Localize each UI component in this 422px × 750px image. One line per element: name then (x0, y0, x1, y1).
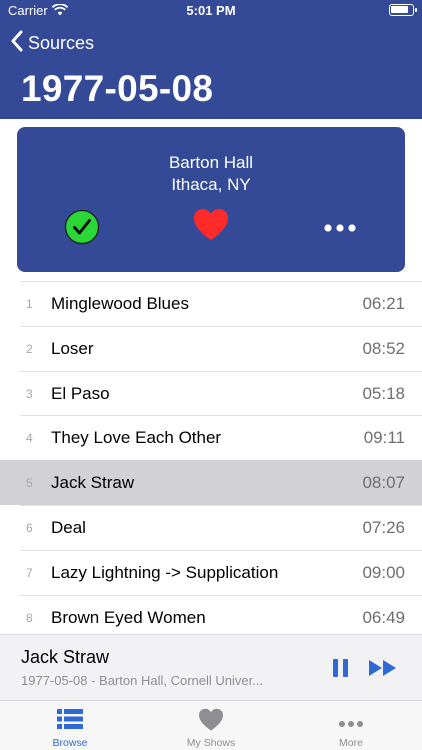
track-row[interactable]: 6 Deal 07:26 (20, 504, 422, 550)
track-row[interactable]: 4 They Love Each Other 09:11 (20, 415, 422, 460)
check-button[interactable] (62, 209, 102, 249)
track-duration: 05:18 (362, 383, 405, 403)
fast-forward-icon (368, 660, 398, 683)
browse-list-icon (57, 708, 83, 735)
favorite-button[interactable] (191, 207, 231, 247)
now-playing-title: Jack Straw (21, 647, 110, 667)
back-label: Sources (28, 32, 95, 53)
heart-icon (198, 708, 224, 737)
track-title: Minglewood Blues (51, 294, 189, 313)
track-row[interactable]: 5 Jack Straw 08:07 (0, 460, 422, 505)
pause-icon (330, 659, 352, 683)
track-title: Lazy Lightning -> Supplication (51, 562, 279, 582)
track-number: 2 (26, 341, 33, 356)
clock: 5:01 PM (186, 3, 236, 18)
status-bar: Carrier 5:01 PM (0, 0, 422, 22)
tab-browse[interactable]: Browse (0, 701, 140, 750)
track-duration: 06:21 (362, 294, 405, 313)
track-number: 3 (26, 386, 33, 401)
track-duration: 07:26 (362, 517, 405, 537)
tab-more-label: More (339, 737, 363, 749)
track-row[interactable]: 2 Loser 08:52 (20, 325, 422, 371)
tab-browse-label: Browse (52, 737, 88, 749)
track-row[interactable]: 8 Brown Eyed Women 06:49 (20, 594, 422, 640)
venue-name: Barton Hall (168, 153, 254, 172)
track-title: Brown Eyed Women (51, 607, 206, 627)
track-duration: 09:00 (362, 562, 405, 582)
tab-my-shows-label: My Shows (186, 737, 236, 749)
page-title: 1977-05-08 (21, 68, 214, 109)
now-playing-bar[interactable]: Jack Straw 1977-05-08 - Barton Hall, Cor… (0, 634, 422, 700)
track-number: 1 (26, 297, 33, 311)
track-duration: 08:52 (362, 338, 405, 358)
track-number: 4 (26, 431, 33, 446)
heart-icon (193, 208, 229, 247)
battery-icon (389, 4, 417, 16)
track-duration: 08:07 (362, 473, 405, 493)
track-title: Loser (51, 338, 94, 358)
track-row[interactable]: 7 Lazy Lightning -> Supplication 09:00 (20, 549, 422, 595)
more-icon (338, 715, 364, 733)
track-list: 1 Minglewood Blues 06:21 2 Loser 08:52 3 El Pas… (0, 281, 422, 639)
pause-button[interactable] (330, 657, 352, 679)
track-number: 5 (26, 476, 33, 491)
track-row[interactable]: 3 El Paso 05:18 (20, 370, 422, 416)
fast-forward-button[interactable] (368, 657, 398, 679)
now-playing-subtitle: 1977-05-08 - Barton Hall, Cornell Univer… (21, 673, 264, 688)
venue-card: Barton Hall Ithaca, NY (17, 127, 405, 272)
tab-more[interactable]: More (281, 701, 421, 750)
tab-bar: Browse My Shows More (0, 700, 422, 750)
more-options-button[interactable] (320, 209, 360, 249)
track-title: Jack Straw (51, 473, 135, 493)
track-title: They Love Each Other (51, 428, 222, 448)
track-row[interactable]: 1 Minglewood Blues 06:21 (20, 281, 422, 326)
check-circle-icon (64, 209, 100, 250)
chevron-left-icon (10, 30, 24, 57)
venue-location: Ithaca, NY (171, 175, 251, 194)
back-button[interactable]: Sources (10, 30, 94, 56)
track-number: 7 (26, 565, 33, 580)
tab-my-shows[interactable]: My Shows (141, 701, 281, 750)
track-duration: 06:49 (362, 607, 405, 627)
track-number: 6 (26, 520, 33, 535)
track-title: Deal (51, 517, 86, 537)
track-duration: 09:11 (363, 428, 405, 448)
track-title: El Paso (51, 383, 110, 403)
track-number: 8 (26, 610, 33, 625)
more-icon (323, 220, 357, 238)
header: Carrier 5:01 PM Sources 1977-05-08 (0, 0, 422, 119)
